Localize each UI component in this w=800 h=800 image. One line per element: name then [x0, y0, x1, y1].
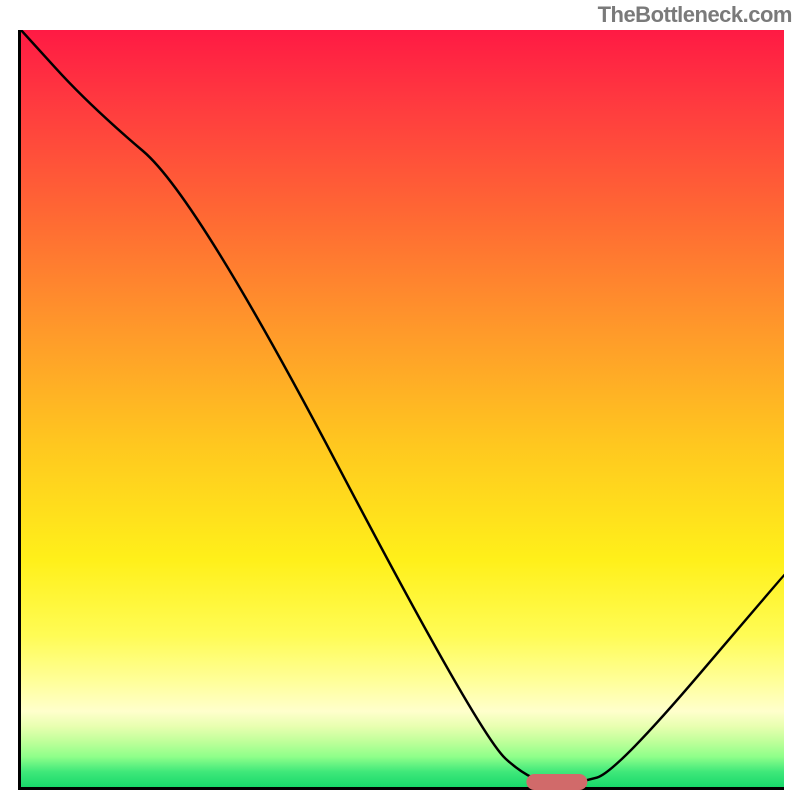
chart-plot-area: [18, 30, 784, 790]
watermark-text: TheBottleneck.com: [598, 2, 792, 28]
chart-curve: [21, 30, 784, 787]
optimal-range-marker: [527, 774, 588, 790]
